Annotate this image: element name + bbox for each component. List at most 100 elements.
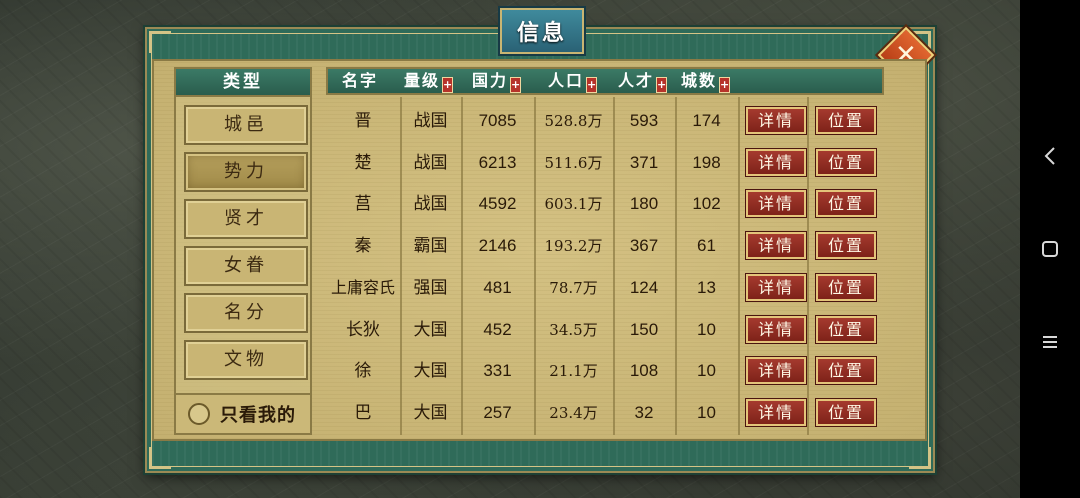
cell-level: 大国	[413, 319, 448, 340]
detail-button[interactable]: 详情	[746, 190, 806, 218]
cell-cities: 61	[697, 236, 716, 256]
corner-ornament	[909, 447, 931, 469]
cell-level: 战国	[413, 152, 448, 173]
category-header: 类型	[176, 69, 310, 97]
cell-level: 霸国	[413, 236, 448, 257]
cell-name: 长狄	[346, 319, 380, 340]
cell-population: 511.6万	[544, 153, 603, 172]
sort-icon[interactable]: +	[719, 77, 731, 93]
cell-cities: 13	[697, 277, 716, 297]
cell-name: 莒	[354, 194, 372, 215]
cell-talent: 367	[629, 236, 659, 256]
header-level[interactable]: 量级 +	[404, 69, 454, 93]
category-talent[interactable]: 贤才	[184, 199, 308, 239]
detail-button[interactable]: 详情	[746, 107, 806, 134]
only-mine-toggle[interactable]: 只看我的	[176, 393, 310, 433]
cell-cities: 174	[692, 111, 721, 130]
cell-power: 481	[483, 277, 512, 297]
location-button[interactable]: 位置	[816, 357, 876, 385]
cell-power: 2146	[478, 236, 517, 256]
header-cities[interactable]: 城数 +	[681, 69, 731, 93]
detail-button[interactable]: 详情	[746, 398, 806, 426]
cell-name: 秦	[354, 236, 372, 257]
location-button[interactable]: 位置	[816, 190, 876, 218]
cell-name: 晋	[354, 111, 372, 131]
faction-table: 名字 量级 + 国力 + 人口 + 人才 + 城数 + 晋战国 7085 528.8万 593 1…	[326, 67, 884, 435]
table-row: 长狄 大国 452 34.5万 150 10 详情 位置	[326, 309, 884, 351]
table-row: 莒 战国 4592 603.1万 180 102 详情 位置	[326, 183, 884, 225]
back-icon[interactable]	[1035, 141, 1065, 171]
cell-population: 528.8万	[544, 112, 603, 130]
sort-icon[interactable]: +	[586, 77, 598, 93]
location-button[interactable]: 位置	[816, 273, 876, 301]
cell-cities: 10	[697, 402, 716, 422]
category-faction[interactable]: 势力	[184, 152, 308, 192]
cell-power: 6213	[478, 152, 517, 172]
location-button[interactable]: 位置	[816, 148, 876, 176]
header-talent[interactable]: 人才 +	[618, 69, 668, 93]
sort-icon[interactable]: +	[656, 77, 668, 93]
cell-population: 34.5万	[549, 320, 598, 339]
cell-cities: 198	[692, 152, 721, 172]
system-nav-bar	[1020, 0, 1080, 498]
cell-power: 4592	[478, 194, 517, 214]
cell-talent: 593	[629, 111, 659, 130]
only-mine-label: 只看我的	[220, 405, 296, 426]
detail-button[interactable]: 详情	[746, 357, 806, 385]
sort-icon[interactable]: +	[510, 77, 522, 93]
header-population[interactable]: 人口 +	[548, 69, 598, 93]
header-name: 名字	[342, 71, 379, 90]
cell-talent: 150	[629, 319, 659, 339]
menu-icon[interactable]	[1035, 327, 1065, 357]
location-button[interactable]: 位置	[816, 232, 876, 260]
cell-level: 大国	[413, 361, 448, 382]
cell-talent: 371	[629, 152, 659, 172]
cell-power: 7085	[478, 111, 517, 130]
category-relics[interactable]: 文物	[184, 340, 308, 380]
corner-ornament	[149, 447, 171, 469]
info-dialog: 信息 ✕ 类型 城邑 势力 贤才 女眷 名分 文物 只看我的 名字 量级 + 国力…	[145, 8, 935, 473]
cell-cities: 102	[692, 194, 721, 214]
cell-level: 强国	[413, 277, 448, 298]
detail-button[interactable]: 详情	[746, 273, 806, 301]
table-row: 徐 大国 331 21.1万 108 10 详情 位置	[326, 350, 884, 392]
location-button[interactable]: 位置	[816, 398, 876, 426]
radio-icon[interactable]	[188, 403, 210, 425]
home-icon[interactable]	[1035, 234, 1065, 264]
cell-population: 23.4万	[549, 403, 598, 422]
cell-talent: 180	[629, 194, 659, 214]
dialog-title: 信息	[500, 8, 584, 54]
content-panel: 类型 城邑 势力 贤才 女眷 名分 文物 只看我的 名字 量级 + 国力 + 人口 +…	[152, 59, 927, 441]
cell-name: 楚	[354, 152, 372, 173]
table-row: 楚 战国 6213 511.6万 371 198 详情 位置	[326, 142, 884, 184]
cell-talent: 108	[629, 361, 659, 381]
location-button[interactable]: 位置	[816, 315, 876, 343]
sort-icon[interactable]: +	[442, 77, 454, 93]
cell-name: 上庸容氏	[330, 277, 395, 297]
table-row: 秦 霸国 2146 193.2万 367 61 详情 位置	[326, 225, 884, 267]
cell-power: 331	[483, 361, 512, 381]
header-power[interactable]: 国力 +	[472, 69, 522, 93]
cell-cities: 10	[697, 319, 716, 339]
category-city[interactable]: 城邑	[184, 105, 308, 145]
detail-button[interactable]: 详情	[746, 232, 806, 260]
category-rank[interactable]: 名分	[184, 293, 308, 333]
cell-cities: 10	[697, 361, 716, 381]
table-row: 巴 大国 257 23.4万 32 10 详情 位置	[326, 392, 884, 434]
cell-population: 603.1万	[544, 195, 603, 214]
category-panel: 类型 城邑 势力 贤才 女眷 名分 文物 只看我的	[174, 67, 312, 435]
detail-button[interactable]: 详情	[746, 315, 806, 343]
cell-talent: 32	[634, 402, 654, 422]
table-header: 名字 量级 + 国力 + 人口 + 人才 + 城数 +	[326, 67, 884, 95]
cell-population: 78.7万	[549, 278, 598, 297]
cell-level: 大国	[413, 402, 448, 423]
cell-power: 452	[483, 319, 512, 339]
table-row: 上庸容氏 强国 481 78.7万 124 13 详情 位置	[326, 267, 884, 309]
cell-level: 战国	[413, 111, 448, 131]
cell-name: 徐	[354, 361, 372, 382]
cell-population: 21.1万	[549, 362, 598, 381]
cell-level: 战国	[413, 194, 448, 215]
location-button[interactable]: 位置	[816, 107, 876, 134]
category-women[interactable]: 女眷	[184, 246, 308, 286]
detail-button[interactable]: 详情	[746, 148, 806, 176]
